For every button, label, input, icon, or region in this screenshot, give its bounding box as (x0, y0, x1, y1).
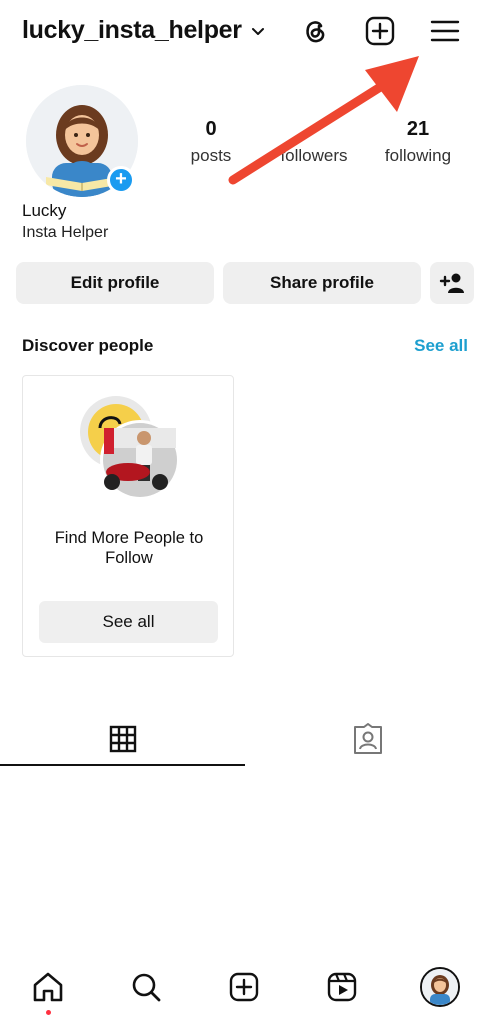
discover-card-text: Find More People to Follow (54, 529, 204, 567)
discover-card-see-all-button[interactable]: See all (39, 601, 218, 643)
discover-card[interactable]: Find More People to Follow See all (22, 375, 234, 657)
annotation-arrow (228, 56, 419, 185)
suggested-people-images (80, 396, 180, 500)
search-icon[interactable] (129, 970, 163, 1004)
reels-icon[interactable] (325, 970, 359, 1004)
tab-tagged[interactable] (245, 712, 490, 766)
chevron-down-icon[interactable] (250, 24, 266, 40)
add-story-button[interactable]: + (107, 166, 135, 194)
home-icon[interactable] (31, 970, 65, 1004)
profile-bio: Insta Helper (22, 224, 109, 241)
profile-tab-avatar[interactable] (420, 967, 460, 1007)
create-icon[interactable] (363, 14, 397, 48)
threads-icon[interactable] (298, 14, 332, 48)
tab-posts-grid[interactable] (0, 712, 245, 766)
profile-name: Lucky (22, 201, 67, 220)
account-switcher[interactable]: lucky_insta_helper (22, 16, 242, 45)
bottom-navigation (0, 960, 490, 1024)
discover-people-button[interactable] (430, 262, 474, 304)
add-person-icon (439, 273, 464, 293)
discover-see-all-link[interactable]: See all (414, 336, 468, 356)
share-profile-button[interactable]: Share profile (223, 262, 421, 304)
profile-avatar-mini (422, 969, 458, 1005)
tagged-icon (353, 723, 382, 754)
menu-icon[interactable] (428, 14, 462, 48)
active-tab-indicator (0, 764, 245, 766)
create-post-icon[interactable] (227, 970, 261, 1004)
grid-icon (109, 725, 136, 753)
home-notification-dot (46, 1010, 51, 1015)
edit-profile-button[interactable]: Edit profile (16, 262, 214, 304)
discover-people-title: Discover people (22, 336, 154, 355)
